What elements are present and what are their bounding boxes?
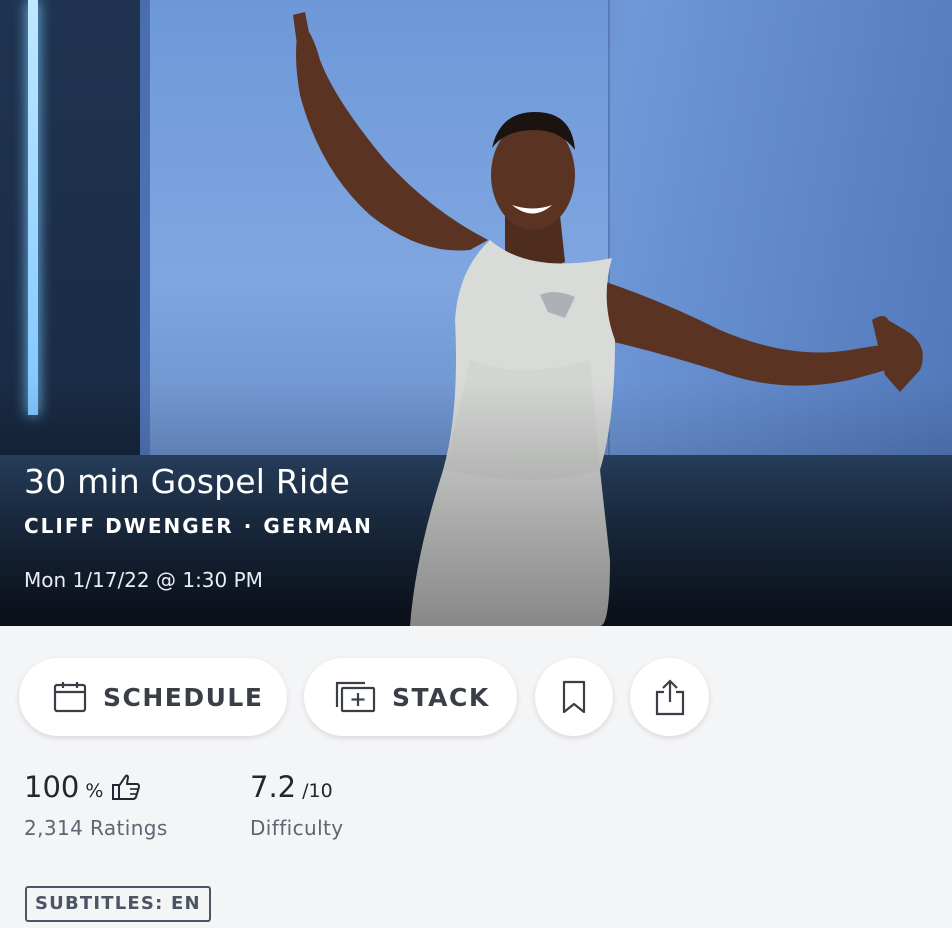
- class-datetime: Mon 1/17/22 @ 1:30 PM: [24, 568, 263, 592]
- difficulty-label: Difficulty: [250, 816, 344, 840]
- share-icon: [655, 679, 684, 716]
- stack-label: STACK: [392, 682, 490, 712]
- meta-separator: ·: [243, 514, 254, 538]
- class-meta: CLIFF DWENGER · GERMAN: [24, 514, 373, 538]
- class-title: 30 min Gospel Ride: [24, 462, 351, 501]
- rating-stat: 100 % 2,314 Ratings: [24, 770, 168, 840]
- hero-banner: 30 min Gospel Ride CLIFF DWENGER · GERMAN …: [0, 0, 952, 626]
- calendar-icon: [53, 682, 87, 713]
- rating-value-row: 100 %: [24, 770, 168, 804]
- bookmark-button[interactable]: [535, 658, 613, 736]
- rating-unit: %: [85, 780, 104, 802]
- share-button[interactable]: [630, 658, 709, 736]
- difficulty-value: 7.2: [250, 770, 297, 804]
- schedule-button[interactable]: SCHEDULE: [19, 658, 287, 736]
- thumbs-up-icon: [112, 774, 141, 800]
- ratings-count: 2,314 Ratings: [24, 816, 168, 840]
- rating-value: 100: [24, 770, 80, 804]
- schedule-label: SCHEDULE: [103, 682, 264, 712]
- subtitles-badge: SUBTITLES: EN: [25, 886, 211, 922]
- difficulty-unit: /10: [302, 780, 333, 802]
- instructor-name[interactable]: CLIFF DWENGER: [24, 514, 234, 538]
- stack-button[interactable]: STACK: [304, 658, 517, 736]
- difficulty-stat: 7.2 /10 Difficulty: [250, 770, 344, 840]
- class-language: GERMAN: [263, 514, 373, 538]
- action-bar: SCHEDULE STACK: [0, 658, 952, 738]
- bookmark-icon: [562, 680, 586, 714]
- stack-add-icon: [335, 681, 376, 713]
- difficulty-value-row: 7.2 /10: [250, 770, 344, 804]
